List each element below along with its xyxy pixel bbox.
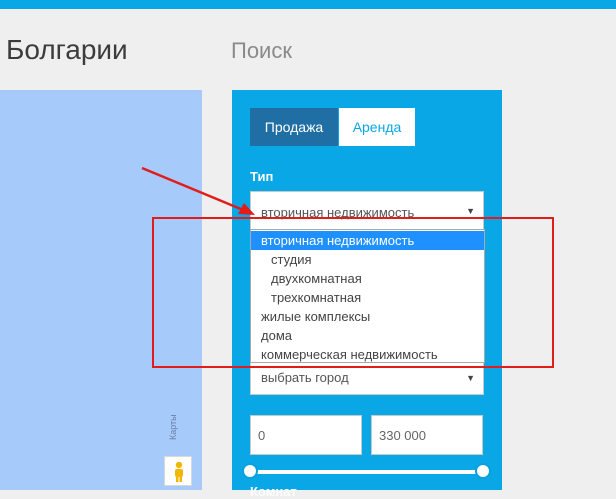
annotation-arrow xyxy=(141,166,255,215)
